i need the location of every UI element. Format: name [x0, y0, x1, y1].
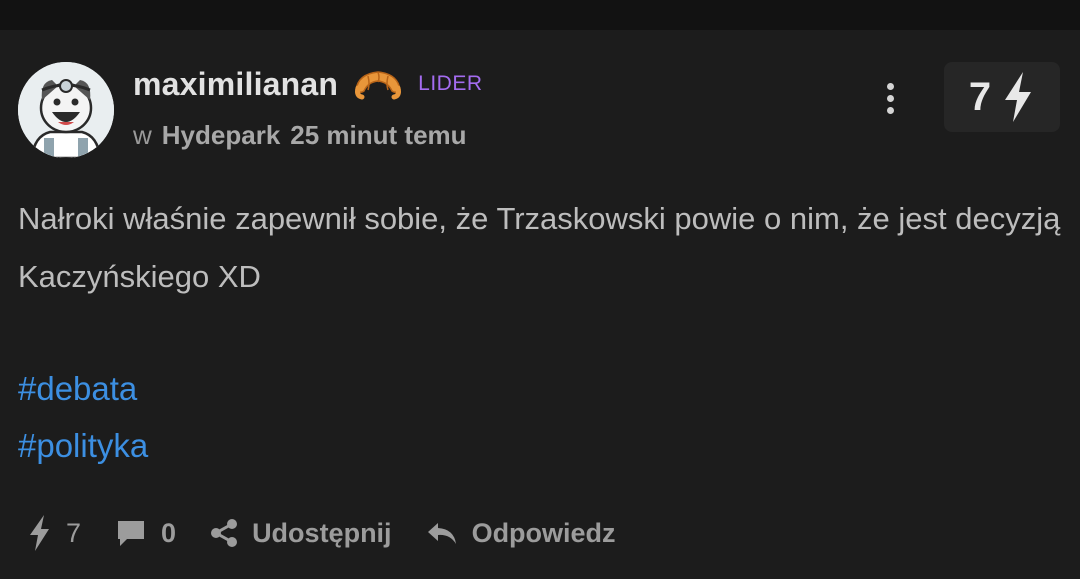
author-name[interactable]: maximilianan	[133, 66, 338, 103]
tag-link[interactable]: #polityka	[18, 417, 148, 474]
comment-count: 0	[161, 517, 177, 548]
meta-prefix: w	[133, 120, 152, 150]
zap-count: 7	[66, 517, 82, 548]
share-button[interactable]: Udostępnij	[210, 518, 392, 549]
community-link[interactable]: Hydepark	[162, 120, 281, 151]
reply-label: Odpowiedz	[471, 517, 616, 548]
author-line: maximilianan LIDER	[133, 64, 483, 104]
vote-button[interactable]: 7	[944, 62, 1060, 132]
avatar-image	[18, 62, 114, 158]
more-options-button[interactable]	[872, 78, 908, 118]
post-content: Nałroki właśnie zapewnił sobie, że Trzas…	[18, 201, 1061, 294]
kebab-dot-icon	[886, 106, 894, 114]
croissant-icon	[352, 64, 404, 104]
comments-button[interactable]: 0	[115, 518, 176, 549]
kebab-dot-icon	[886, 82, 894, 90]
avatar[interactable]	[18, 62, 114, 158]
zap-button[interactable]: 7	[28, 514, 81, 552]
post-meta: w Hydepark 25 minut temu	[133, 120, 467, 151]
rank-badge: LIDER	[418, 72, 483, 95]
top-strip	[0, 0, 1080, 30]
share-label: Udostępnij	[252, 517, 392, 548]
lightning-icon	[28, 514, 52, 552]
reply-icon	[426, 519, 458, 547]
kebab-dot-icon	[886, 94, 894, 102]
tag-link[interactable]: #debata	[18, 360, 148, 417]
post-time[interactable]: 25 minut temu	[290, 120, 466, 151]
share-icon	[210, 518, 238, 548]
lightning-icon	[1001, 70, 1035, 124]
tag-list: #debata #polityka	[18, 360, 148, 474]
post-actions: 7 0 Udostępnij Odpowiedz	[28, 508, 650, 558]
comment-icon	[115, 518, 147, 548]
vote-count: 7	[968, 74, 992, 119]
reply-button[interactable]: Odpowiedz	[426, 518, 616, 549]
